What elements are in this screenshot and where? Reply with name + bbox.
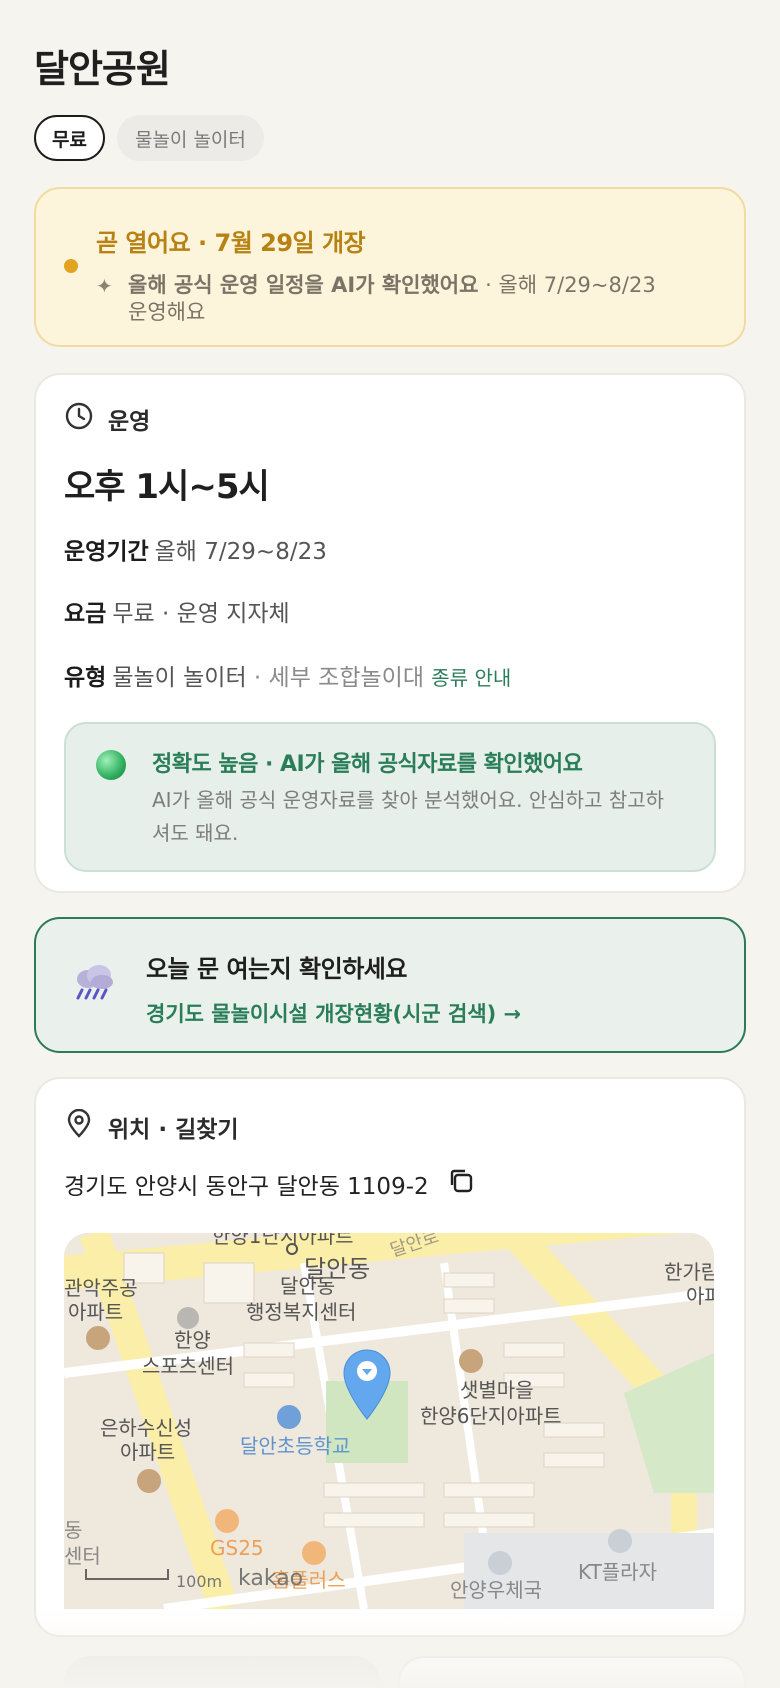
type-detail: · 세부 조합놀이대 [246,665,424,691]
map-label-right-apt-1: 한가람 [664,1260,714,1284]
address-row: 경기도 안양시 동안구 달안동 1109-2 [64,1167,716,1201]
fee-row: 요금 무료 · 운영 지자체 [64,594,716,628]
type-guide-link[interactable]: 종류 안내 [431,666,511,690]
page-title: 달안공원 [34,47,171,91]
type-row: 유형 물놀이 놀이터 · 세부 조합놀이대 종류 안내 [64,658,716,692]
map-label-top-apartment: 한양1단지아파트 [212,1233,354,1248]
opening-headline: 곧 열어요 · 7월 29일 개장 [96,229,366,257]
map-label-eunha-2: 아파트 [120,1440,175,1464]
fee-value: 무료 · 운영 지자체 [112,601,290,627]
operation-card: 운영 오후 1시~5시 운영기간 올해 7/29~8/23 요금 무료 · 운영 지… [34,373,746,893]
location-card: 위치 · 길찾기 경기도 안양시 동안구 달안동 1109-2 한양1단지아파트… [34,1077,746,1637]
opening-notice: 곧 열어요 · 7월 29일 개장 ✦ 올해 공식 운영 일정을 AI가 확인했… [34,187,746,347]
map-label-gs: GS25 [210,1536,264,1560]
tag-chips: 무료 물놀이 놀이터 [34,115,746,161]
sparkle-icon: ✦ [96,274,113,298]
opening-detail-bold: 올해 공식 운영 일정을 AI가 확인했어요 [128,273,479,297]
map-label-left-apt-2: 아파트 [68,1300,123,1324]
clock-icon [64,401,94,437]
page: 달안공원 무료 물놀이 놀이터 곧 열어요 · 7월 29일 개장 ✦ 올해 공… [0,0,780,1637]
opening-detail: 올해 공식 운영 일정을 AI가 확인했어요 · 올해 7/29~8/23 운영… [128,272,656,326]
map-label-post: 안양우체국 [450,1578,542,1602]
accuracy-indicator-icon [96,750,126,780]
map-label-eunha-1: 은하수신성 [100,1416,192,1440]
operation-section-label: 운영 [108,409,151,435]
address-text: 경기도 안양시 동안구 달안동 1109-2 [64,1174,429,1200]
map-label-admin-1: 달안동 [280,1274,335,1298]
map-label-left-center-2: 센터 [64,1544,101,1568]
map-label-left-center-1: 동 [64,1518,82,1542]
map-label-left-apt-1: 관악주공 [64,1276,138,1300]
map-view[interactable]: 한양1단지아파트 달안동 달안로 관악주공 아파트 달안동 행정복지센터 한양 … [64,1233,714,1609]
map-label-village-1: 샛별마을 [460,1378,534,1402]
map-label-school: 달안초등학교 [240,1434,350,1458]
map-label-admin-2: 행정복지센터 [246,1300,356,1324]
map-label-kt: KT플라자 [578,1560,657,1584]
type-value: 물놀이 놀이터 [112,665,247,691]
map-label-sports-1: 한양 [174,1328,211,1352]
map-label-village-2: 한양6단지아파트 [420,1404,562,1428]
location-section-label: 위치 · 길찾기 [108,1117,239,1143]
operating-hours: 오후 1시~5시 [64,467,270,507]
opening-detail-rest: · 올해 7/29~8/23 [478,273,656,297]
type-label: 유형 [64,665,107,691]
period-value: 올해 7/29~8/23 [154,539,327,565]
opening-detail-tail: 운영해요 [128,300,206,324]
map-scale-label: 100m [176,1572,222,1591]
bottom-fade [0,1610,780,1688]
accuracy-headline: 정확도 높음 · AI가 올해 공식자료를 확인했어요 [152,752,583,777]
accuracy-box: 정확도 높음 · AI가 올해 공식자료를 확인했어요 AI가 올해 공식 운영… [64,722,716,872]
period-row: 운영기간 올해 7/29~8/23 [64,532,716,566]
check-headline: 오늘 문 여는지 확인하세요 [146,955,407,983]
chip-free[interactable]: 무료 [34,115,105,161]
map-canvas: 한양1단지아파트 달안동 달안로 관악주공 아파트 달안동 행정복지센터 한양 … [64,1233,714,1609]
map-brand-logo: kakao [238,1566,303,1591]
map-label-right-apt-2: 아파 [686,1284,714,1308]
check-link[interactable]: 경기도 물놀이시설 개장현황(시군 검색) → [146,998,744,1028]
chip-water-playground[interactable]: 물놀이 놀이터 [116,115,264,161]
status-dot [64,259,78,273]
period-label: 운영기간 [64,539,149,565]
map-label-sports-2: 스포츠센터 [142,1354,234,1378]
location-pin-icon [64,1108,94,1145]
accuracy-body: AI가 올해 공식 운영자료를 찾아 분석했어요. 안심하고 참고하셔도 돼요. [152,788,665,845]
fee-label: 요금 [64,601,107,627]
copy-icon[interactable] [447,1167,475,1201]
rain-cloud-icon [72,963,116,1007]
check-open-banner[interactable]: 오늘 문 여는지 확인하세요 경기도 물놀이시설 개장현황(시군 검색) → [34,917,746,1053]
